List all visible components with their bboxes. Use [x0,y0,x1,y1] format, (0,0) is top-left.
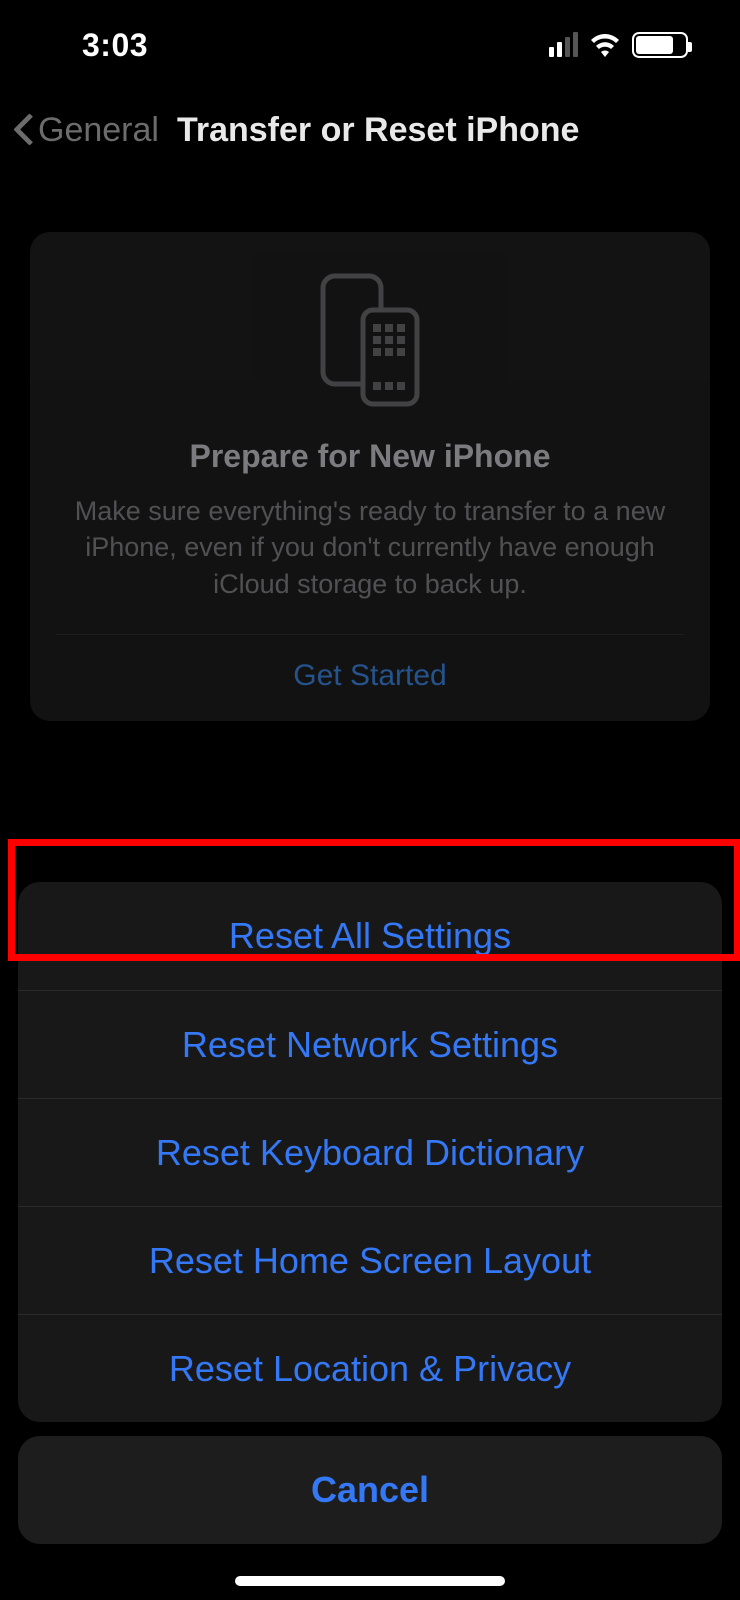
back-button[interactable]: General [12,111,159,150]
prepare-title: Prepare for New iPhone [56,438,684,475]
prepare-card: Prepare for New iPhone Make sure everyth… [30,232,710,721]
cellular-signal-icon [549,33,578,57]
page-title: Transfer or Reset iPhone [177,111,579,150]
reset-home-screen-layout-button[interactable]: Reset Home Screen Layout [18,1206,722,1314]
status-indicators [549,32,688,58]
cancel-button[interactable]: Cancel [18,1436,722,1544]
prepare-description: Make sure everything's ready to transfer… [56,493,684,635]
battery-icon [632,32,688,58]
home-indicator[interactable] [235,1576,505,1586]
back-label: General [38,111,159,150]
reset-options-group: Reset All Settings Reset Network Setting… [18,882,722,1422]
status-time: 3:03 [82,27,148,64]
get-started-button[interactable]: Get Started [56,635,684,721]
reset-all-settings-button[interactable]: Reset All Settings [18,882,722,990]
devices-icon [56,270,684,410]
reset-action-sheet: Reset All Settings Reset Network Setting… [18,882,722,1544]
chevron-left-icon [12,112,34,148]
reset-location-privacy-button[interactable]: Reset Location & Privacy [18,1314,722,1422]
reset-keyboard-dictionary-button[interactable]: Reset Keyboard Dictionary [18,1098,722,1206]
reset-network-settings-button[interactable]: Reset Network Settings [18,990,722,1098]
wifi-icon [588,32,622,58]
status-bar: 3:03 [0,0,740,90]
nav-header: General Transfer or Reset iPhone [0,100,740,160]
